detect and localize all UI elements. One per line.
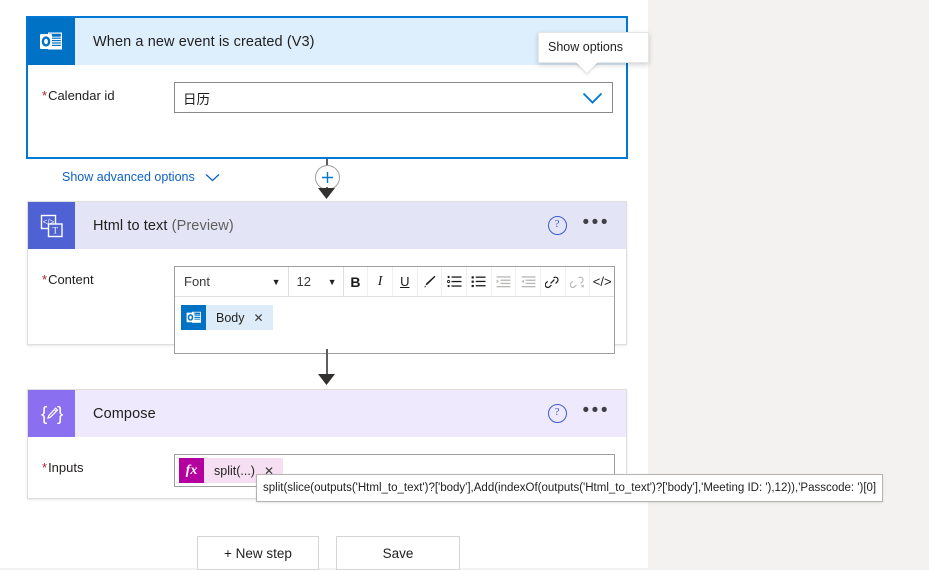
token-split-label: split(...) [214,463,255,478]
calendar-id-row: *Calendar id 日历 [28,65,626,113]
content-row: *Content Font ▼ 12 ▼ B I U </> Body ✕ [28,249,626,354]
html-to-text-card-body: *Content Font ▼ 12 ▼ B I U </> Body ✕ [28,249,626,354]
outlook-icon [28,18,75,65]
help-circle-icon[interactable]: ? [547,216,567,235]
show-advanced-options-link[interactable]: Show advanced options [62,170,220,184]
svg-text:{: { [41,404,48,425]
chevron-down-icon[interactable] [582,91,603,104]
html-to-text-icon: </> T [28,202,75,249]
compose-icon: { } [28,390,75,437]
dynamic-content-token-body[interactable]: Body ✕ [181,305,273,330]
html-to-text-card-header[interactable]: </> T Html to text (Preview) ? ••• [28,202,626,249]
font-family-select[interactable]: Font ▼ [175,267,289,296]
compose-header-actions: ? ••• [547,401,626,423]
bold-icon[interactable]: B [344,267,369,296]
new-step-button[interactable]: + New step [197,536,319,570]
ellipsis-icon[interactable]: ••• [583,213,610,234]
underline-icon[interactable]: U [393,267,418,296]
trigger-card-header[interactable]: When a new event is created (V3) [28,18,626,65]
tooltip-tail [576,62,598,73]
highlight-pen-icon[interactable] [418,267,443,296]
save-button[interactable]: Save [336,536,460,570]
insert-link-icon[interactable] [541,267,566,296]
numbered-list-icon[interactable] [442,267,467,296]
trigger-card-title: When a new event is created (V3) [93,33,315,50]
rich-text-toolbar: Font ▼ 12 ▼ B I U </> [175,267,614,297]
token-body-label: Body [216,310,245,325]
font-size-select[interactable]: 12 ▼ [289,267,344,296]
compose-card-title: Compose [93,405,156,422]
content-editable-area[interactable]: Body ✕ [175,297,614,353]
calendar-id-value: 日历 [183,91,210,107]
required-asterisk: * [42,272,48,287]
action-card-html-to-text[interactable]: </> T Html to text (Preview) ? ••• *Cont… [27,201,627,354]
required-asterisk: * [42,88,48,103]
fx-icon: fx [179,458,204,483]
trigger-card-body: *Calendar id 日历 Show advanced options [28,65,626,184]
arrow-down-icon [315,186,338,201]
bulleted-list-icon[interactable] [467,267,492,296]
outlook-icon [181,305,206,330]
calendar-id-input[interactable]: 日历 [174,82,613,113]
close-icon[interactable]: ✕ [254,311,264,325]
inputs-label: *Inputs [42,460,84,475]
html-to-text-header-actions: ? ••• [547,213,626,235]
italic-icon[interactable]: I [368,267,393,296]
font-size-value: 12 [296,274,311,289]
chevron-down-icon: ▼ [327,276,337,287]
show-options-tooltip: Show options [538,32,649,73]
token-body-label-group: Body ✕ [206,305,273,330]
remove-link-icon [566,267,591,296]
help-circle-icon[interactable]: ? [547,404,567,423]
flow-designer-canvas: When a new event is created (V3) *Calend… [0,0,884,570]
html-to-text-card-title: Html to text (Preview) [93,217,234,234]
content-rich-text-editor[interactable]: Font ▼ 12 ▼ B I U </> Body ✕ [174,266,615,354]
content-label: *Content [42,272,94,287]
show-options-tooltip-text: Show options [548,40,624,54]
code-view-icon[interactable]: </> [590,267,614,296]
chevron-down-icon: ▼ [271,276,281,287]
increase-indent-icon [492,267,517,296]
arrow-down-icon [315,372,338,387]
show-advanced-options-label: Show advanced options [62,170,195,184]
calendar-id-label: *Calendar id [42,88,115,103]
svg-text:T: T [52,225,58,235]
ellipsis-icon[interactable]: ••• [583,401,610,422]
chevron-down-icon[interactable] [205,173,220,182]
svg-text:}: } [57,404,63,425]
decrease-indent-icon [516,267,541,296]
required-asterisk: * [42,460,48,475]
expression-tooltip: split(slice(outputs('Html_to_text')?['bo… [256,474,884,502]
compose-card-header[interactable]: { } Compose ? ••• [28,390,626,437]
font-family-value: Font [184,274,211,289]
